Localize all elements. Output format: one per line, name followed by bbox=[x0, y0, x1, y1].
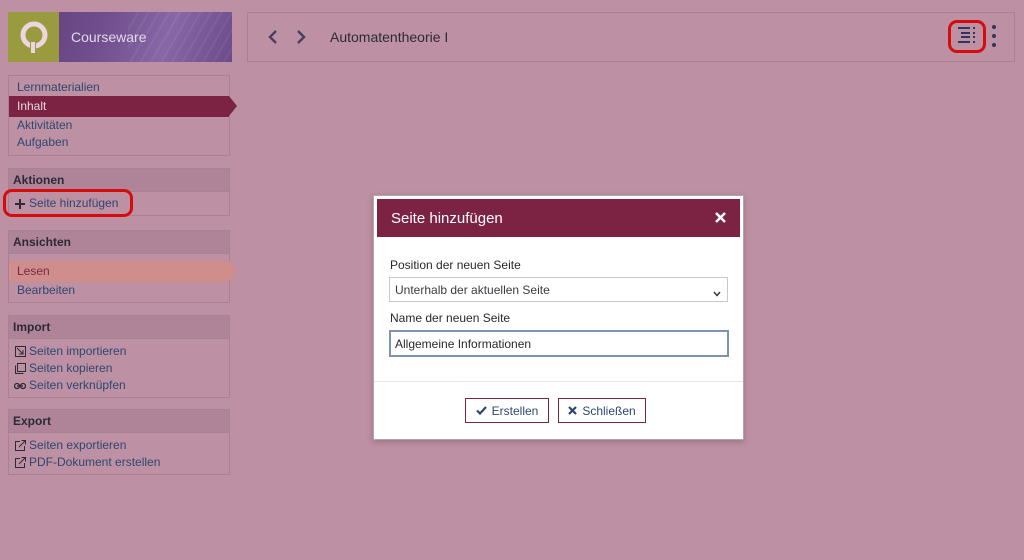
dialog-divider bbox=[374, 381, 743, 382]
table-of-contents-icon bbox=[957, 26, 977, 47]
sidebar-item-aufgaben[interactable]: Aufgaben bbox=[9, 134, 229, 151]
page-name-input[interactable] bbox=[389, 330, 729, 357]
close-icon bbox=[568, 406, 578, 415]
export-heading: Export bbox=[9, 410, 229, 433]
table-of-contents-button[interactable] bbox=[948, 20, 986, 53]
import-pages-label: Seiten importieren bbox=[29, 344, 127, 358]
app-header: Courseware bbox=[8, 12, 232, 62]
page-title: Automatentheorie I bbox=[330, 29, 449, 45]
export-pages-label: Seiten exportieren bbox=[29, 438, 127, 452]
import-heading: Import bbox=[9, 316, 229, 339]
position-label: Position der neuen Seite bbox=[390, 258, 521, 272]
link-pages-link[interactable]: Seiten verknüpfen bbox=[9, 377, 229, 394]
add-page-label: Seite hinzufügen bbox=[29, 196, 119, 210]
sidebar-nav: Lernmaterialien Inhalt Aktivitäten Aufga… bbox=[8, 75, 237, 156]
chevron-right-icon[interactable] bbox=[290, 26, 312, 48]
check-icon bbox=[475, 406, 487, 415]
dialog-header: Seite hinzufügen bbox=[377, 199, 740, 237]
page-toolbar: Automatentheorie I bbox=[247, 12, 1015, 62]
sidebar-import: Import Seiten importieren Seiten kopiere… bbox=[8, 315, 230, 398]
pdf-export-link[interactable]: PDF-Dokument erstellen bbox=[9, 454, 229, 471]
import-icon bbox=[14, 346, 26, 358]
courseware-logo-icon bbox=[8, 12, 59, 62]
export-icon bbox=[14, 457, 26, 469]
import-pages-link[interactable]: Seiten importieren bbox=[9, 343, 229, 360]
dialog-title: Seite hinzufügen bbox=[391, 209, 503, 227]
position-select[interactable]: Unterhalb der aktuellen Seite bbox=[389, 277, 728, 302]
link-pages-label: Seiten verknüpfen bbox=[29, 378, 126, 392]
aktionen-heading: Aktionen bbox=[9, 169, 229, 192]
sidebar-ansichten: Ansichten Lesen Bearbeiten bbox=[8, 230, 237, 303]
copy-pages-link[interactable]: Seiten kopieren bbox=[9, 360, 229, 377]
sidebar-item-aktivitaeten[interactable]: Aktivitäten bbox=[9, 117, 229, 134]
chevron-left-icon[interactable] bbox=[262, 26, 284, 48]
view-bearbeiten[interactable]: Bearbeiten bbox=[9, 282, 229, 299]
close-button[interactable]: Schließen bbox=[558, 398, 646, 423]
export-pages-link[interactable]: Seiten exportieren bbox=[9, 437, 229, 454]
pdf-export-label: PDF-Dokument erstellen bbox=[29, 455, 161, 469]
close-icon[interactable] bbox=[712, 209, 728, 225]
sidebar-item-lernmaterialien[interactable]: Lernmaterialien bbox=[9, 79, 229, 96]
close-button-label: Schließen bbox=[582, 403, 636, 418]
name-label: Name der neuen Seite bbox=[390, 311, 511, 325]
more-vertical-icon[interactable] bbox=[989, 25, 999, 47]
copy-icon bbox=[14, 363, 26, 375]
add-page-button[interactable]: Seite hinzufügen bbox=[9, 192, 229, 215]
create-button-label: Erstellen bbox=[491, 403, 539, 418]
ansichten-heading: Ansichten bbox=[9, 231, 229, 254]
add-page-dialog: Seite hinzufügen Position der neuen Seit… bbox=[373, 195, 744, 440]
copy-pages-label: Seiten kopieren bbox=[29, 361, 113, 375]
sidebar-item-inhalt[interactable]: Inhalt bbox=[9, 96, 237, 117]
export-icon bbox=[14, 440, 26, 452]
create-button[interactable]: Erstellen bbox=[465, 398, 549, 423]
sidebar-export: Export Seiten exportieren PDF-Dokument e… bbox=[8, 409, 230, 475]
app-title: Courseware bbox=[71, 29, 147, 45]
link-icon bbox=[14, 380, 26, 392]
view-lesen[interactable]: Lesen bbox=[9, 261, 237, 282]
chevron-down-icon bbox=[713, 286, 721, 300]
position-select-value: Unterhalb der aktuellen Seite bbox=[395, 282, 550, 297]
sidebar-aktionen: Aktionen Seite hinzufügen bbox=[8, 168, 230, 216]
plus-icon bbox=[14, 198, 26, 210]
